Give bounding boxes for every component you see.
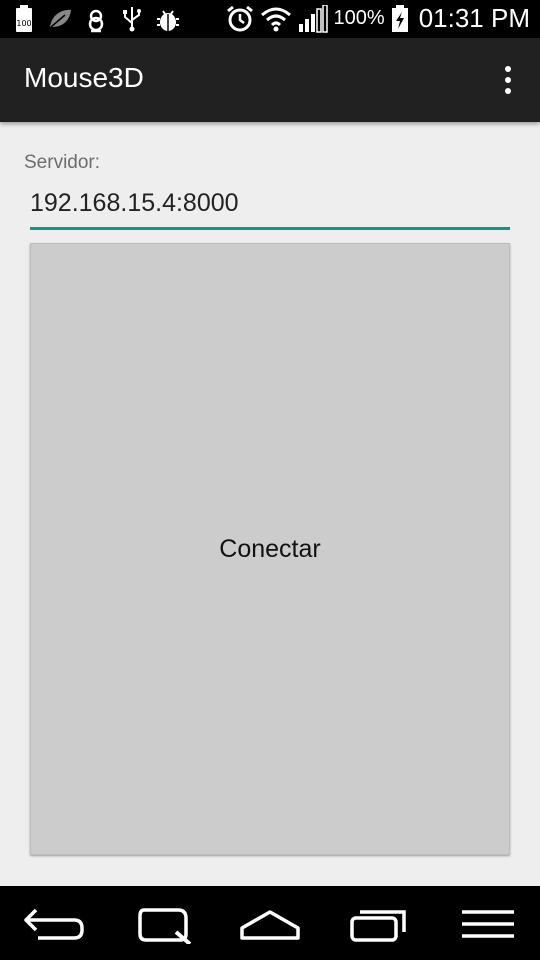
app-title: Mouse3D [24, 62, 144, 93]
navigation-bar [0, 886, 540, 960]
menu-icon[interactable] [456, 904, 520, 944]
charging-icon [391, 4, 408, 32]
server-input[interactable] [30, 180, 510, 230]
debug-bug-icon [157, 10, 179, 31]
battery-percent: 100% [333, 7, 385, 29]
svg-text:100: 100 [16, 19, 31, 28]
recycle-icon [88, 9, 104, 33]
recents-icon[interactable] [346, 904, 410, 944]
action-bar: Mouse3D [0, 38, 540, 122]
alarm-icon [226, 5, 253, 31]
back-icon[interactable] [22, 904, 86, 944]
signal-icon [298, 4, 328, 33]
home-icon[interactable] [238, 904, 302, 944]
battery-100-icon: 100 [16, 5, 32, 32]
main-content: Servidor: Conectar [0, 122, 540, 886]
usb-icon [123, 7, 141, 32]
status-clock: 01:31 PM [418, 3, 530, 33]
server-label: Servidor: [24, 152, 101, 173]
search-icon[interactable] [132, 904, 196, 944]
status-bar: 100 100% 01:31 PM [0, 0, 540, 38]
connect-button[interactable]: Conectar [30, 243, 510, 855]
more-vertical-icon[interactable] [496, 64, 520, 96]
leaf-icon [50, 9, 71, 28]
wifi-icon [260, 7, 291, 31]
